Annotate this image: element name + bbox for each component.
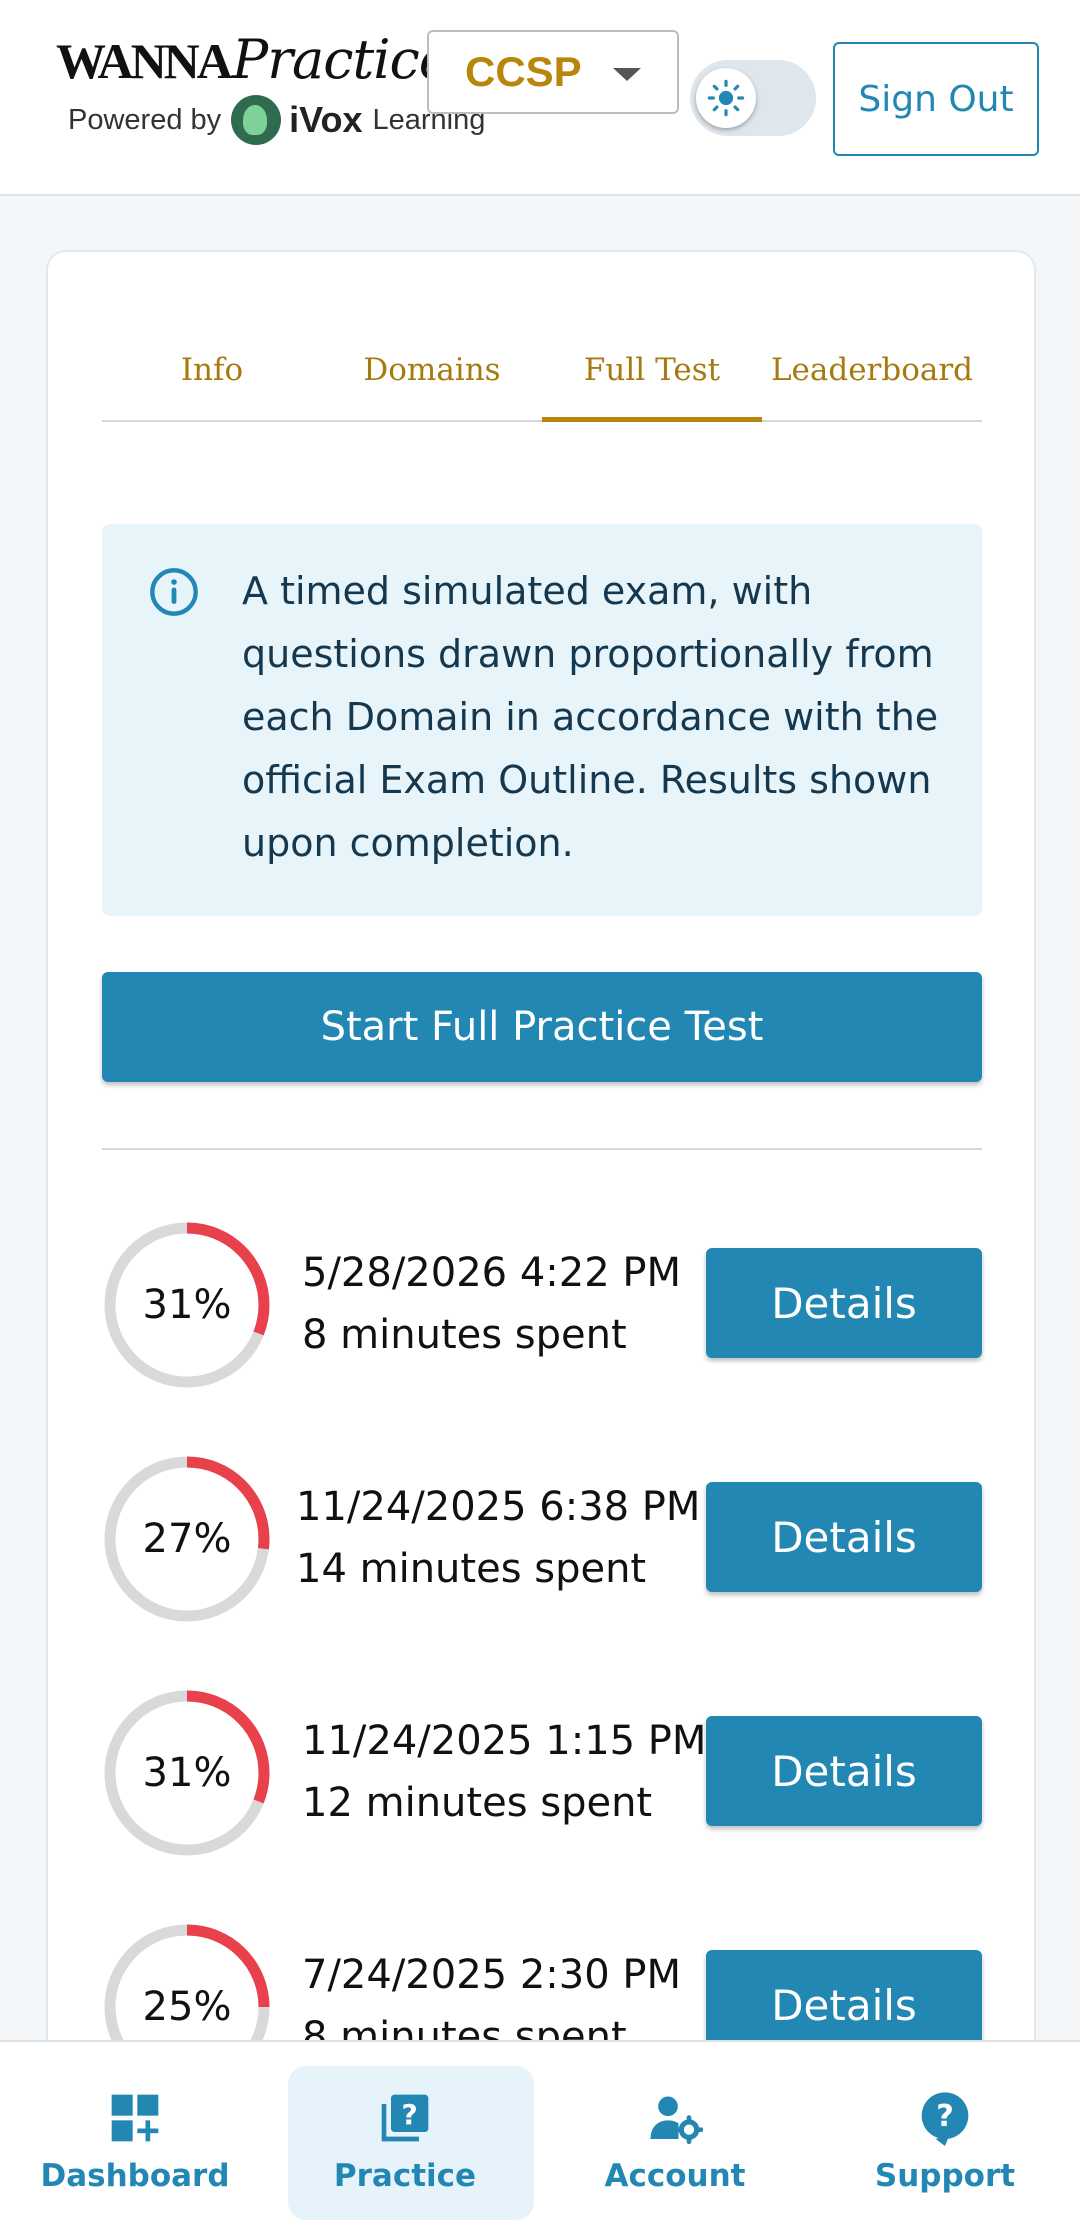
attempt-time-spent: 12 minutes spent: [302, 1780, 653, 1826]
attempt-time-spent: 8 minutes spent: [302, 1312, 627, 1358]
attempt-meta: 11/24/2025 1:15 PM 12 minutes spent: [302, 1710, 706, 1834]
attempt-date: 11/24/2025 6:38 PM: [296, 1484, 701, 1530]
attempt-meta: 5/28/2026 4:22 PM 8 minutes spent: [302, 1242, 681, 1366]
tab-info[interactable]: Info: [102, 332, 322, 420]
tab-bar: Info Domains Full Test Leaderboard: [102, 332, 982, 422]
tab-full-test[interactable]: Full Test: [542, 332, 762, 422]
start-full-practice-test-button[interactable]: Start Full Practice Test: [102, 972, 982, 1082]
bottom-nav: Dashboard ? Practice Account ? Support: [0, 2040, 1080, 2232]
nav-support-label: Support: [874, 2158, 1016, 2194]
score-percent: 27%: [142, 1516, 232, 1562]
practice-icon: ?: [381, 2094, 429, 2142]
attempt-date: 7/24/2025 2:30 PM: [302, 1952, 681, 1998]
logo-practice-text: Practice: [231, 28, 451, 91]
score-ring: 31%: [102, 1220, 272, 1390]
svg-text:?: ?: [936, 2099, 954, 2134]
attempt-meta: 11/24/2025 6:38 PM 14 minutes spent: [296, 1476, 700, 1600]
svg-text:?: ?: [402, 2098, 418, 2131]
info-alert: A timed simulated exam, with questions d…: [102, 524, 982, 916]
logo-wanna-text: WANNA: [56, 33, 233, 89]
score-ring: 27%: [102, 1454, 272, 1624]
attempt-date: 5/28/2026 4:22 PM: [302, 1250, 681, 1296]
tab-leaderboard[interactable]: Leaderboard: [762, 332, 982, 420]
powered-by-label: Powered by: [68, 103, 222, 136]
dashboard-icon: [111, 2094, 159, 2142]
ivox-brand: iVox: [289, 99, 363, 140]
sign-out-button[interactable]: Sign Out: [833, 42, 1039, 156]
theme-toggle[interactable]: [690, 60, 816, 136]
nav-dashboard-label: Dashboard: [40, 2158, 230, 2194]
score-percent: 31%: [142, 1750, 232, 1796]
powered-by: Powered by iVox Learning: [68, 95, 485, 145]
details-button[interactable]: Details: [706, 1482, 982, 1592]
nav-practice-label: Practice: [333, 2158, 477, 2194]
sun-icon: [707, 79, 745, 117]
toggle-knob: [696, 68, 756, 128]
wannapractice-logo[interactable]: WANNA Practice Powered by iVox Learning: [56, 28, 485, 145]
nav-practice[interactable]: ? Practice: [270, 2042, 540, 2232]
account-settings-icon: [650, 2096, 703, 2145]
exam-select[interactable]: CCSP: [427, 30, 679, 114]
help-icon: ?: [921, 2092, 969, 2146]
nav-account[interactable]: Account: [540, 2042, 810, 2232]
info-alert-text: A timed simulated exam, with questions d…: [242, 569, 939, 865]
attempt-time-spent: 14 minutes spent: [296, 1546, 647, 1592]
tab-domains[interactable]: Domains: [322, 332, 542, 420]
exam-select-value: CCSP: [465, 48, 582, 95]
ivox-logo-icon: [231, 95, 282, 145]
nav-dashboard[interactable]: Dashboard: [0, 2042, 270, 2232]
score-ring: 31%: [102, 1688, 272, 1858]
details-button[interactable]: Details: [706, 1716, 982, 1826]
full-test-card: Info Domains Full Test Leaderboard A tim…: [46, 250, 1036, 2070]
caret-down-icon: [613, 68, 641, 81]
attempt-date: 11/24/2025 1:15 PM: [302, 1718, 707, 1764]
nav-support[interactable]: ? Support: [810, 2042, 1080, 2232]
attempt-row: 31% 5/28/2026 4:22 PM 8 minutes spent De…: [102, 1220, 982, 1390]
app-header: WANNA Practice Powered by iVox Learning …: [0, 0, 1080, 196]
divider: [102, 1148, 982, 1150]
attempt-row: 27% 11/24/2025 6:38 PM 14 minutes spent …: [102, 1454, 982, 1624]
attempt-row: 31% 11/24/2025 1:15 PM 12 minutes spent …: [102, 1688, 982, 1858]
info-icon: [150, 568, 198, 616]
nav-account-label: Account: [604, 2158, 746, 2194]
details-button[interactable]: Details: [706, 1248, 982, 1358]
score-percent: 31%: [142, 1282, 232, 1328]
